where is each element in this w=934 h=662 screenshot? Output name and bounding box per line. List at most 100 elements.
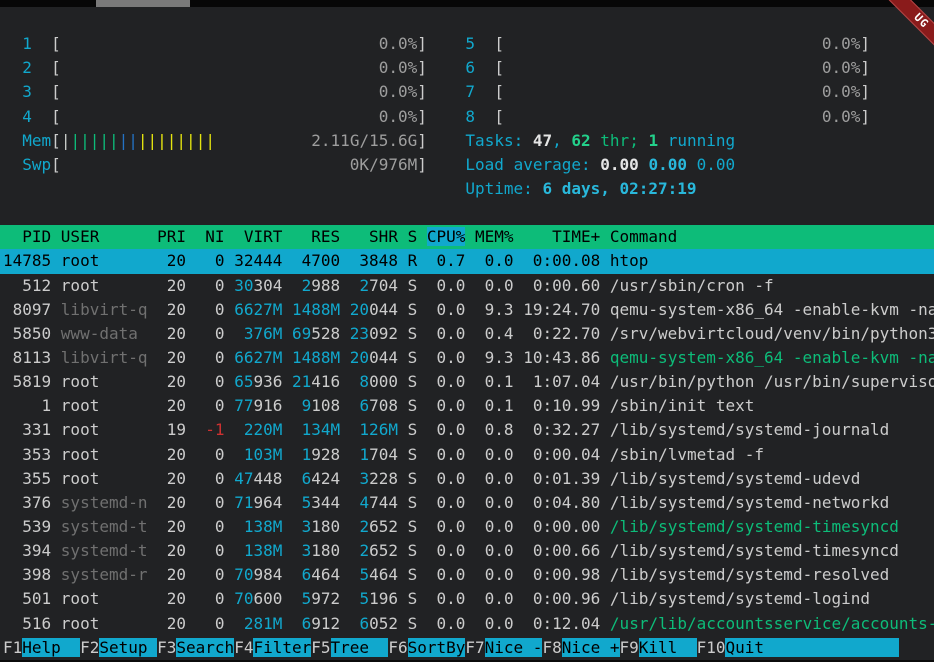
text-segment: 928 [311, 445, 359, 464]
process-row-14785-selected[interactable]: 14785 root 20 0 32444 4700 3848 R 0.7 0.… [0, 249, 934, 273]
process-row-353[interactable]: 353 root 20 0 103M 1928 1704 S 0.0 0.0 0… [0, 443, 934, 467]
text-segment: [ [51, 58, 61, 77]
text-segment [215, 131, 311, 150]
text-segment: 416 [311, 372, 359, 391]
process-row-1[interactable]: 1 root 20 0 77916 9108 6708 S 0.0 0.1 0:… [0, 394, 934, 418]
text-segment: 20 0 [148, 348, 235, 367]
text-segment: 20 0 [148, 300, 235, 319]
process-row-355[interactable]: 355 root 20 0 47448 6424 3228 S 0.0 0.0 … [0, 467, 934, 491]
top-spacer-line [0, 8, 934, 32]
text-segment: 355 root 20 0 [3, 469, 234, 488]
function-key-bar[interactable]: F1Help F2Setup F3SearchF4FilterF5Tree F6… [0, 636, 934, 660]
text-segment: 2 [22, 58, 32, 77]
text-segment [61, 155, 350, 174]
cpu2-cpu6-meters: 2 [ 0.0%] 6 [ 0.0%] [0, 56, 934, 80]
text-segment [3, 179, 465, 198]
process-row-516[interactable]: 516 root 20 0 281M 6912 6052 S 0.0 0.0 0… [0, 612, 934, 636]
fkey-help-button[interactable]: Help [22, 638, 80, 657]
text-segment: 000 S 0.0 0.1 1:07.04 /usr/bin/python /u… [369, 372, 934, 391]
text-segment: systemd-n [61, 493, 148, 512]
text-segment: 9 [302, 396, 312, 415]
fkey-tree-button[interactable]: Tree [331, 638, 389, 657]
text-segment [32, 58, 51, 77]
text-segment [292, 445, 302, 464]
text-segment [32, 107, 51, 126]
process-row-5850[interactable]: 5850 www-data 20 0 376M 69528 23092 S 0.… [0, 322, 934, 346]
text-segment [32, 82, 51, 101]
text-segment [3, 131, 22, 150]
text-segment [61, 34, 379, 53]
process-row-398[interactable]: 398 systemd-r 20 0 70984 6464 5464 S 0.0… [0, 563, 934, 587]
text-segment: 1 [648, 131, 658, 150]
text-segment: 138M [244, 541, 292, 560]
text-segment: 936 [253, 372, 292, 391]
text-segment: | [61, 131, 71, 150]
text-segment: 2 [302, 276, 312, 295]
swp-meter-loadavg: Swp[ 0K/976M] Load average: 0.00 0.00 0.… [0, 153, 934, 177]
fkey-quit-button[interactable]: Quit [725, 638, 898, 657]
process-row-376[interactable]: 376 systemd-n 20 0 71964 5344 4744 S 0.0… [0, 491, 934, 515]
fkey-nice-minus-button[interactable]: Nice - [485, 638, 543, 657]
fkey-sortby-button[interactable]: SortBy [408, 638, 466, 657]
process-row-394[interactable]: 394 systemd-t 20 0 138M 3180 2652 S 0.0 … [0, 539, 934, 563]
text-segment: 62 [571, 131, 590, 150]
fkey-nice-plus-button[interactable]: Nice + [562, 638, 620, 657]
uptime-line: Uptime: 6 days, 02:27:19 [0, 177, 934, 201]
text-segment [61, 82, 379, 101]
text-segment: Swp [22, 155, 51, 174]
text-segment: 539 [3, 517, 61, 536]
cpu1-cpu5-meters: 1 [ 0.0%] 5 [ 0.0%] [0, 32, 934, 56]
text-segment: 353 root 20 0 [3, 445, 244, 464]
table-header[interactable]: PID USER PRI NI VIRT RES SHR S CPU% MEM%… [0, 225, 934, 249]
text-segment: 916 [253, 396, 301, 415]
text-segment [427, 82, 466, 101]
text-segment: 972 [311, 589, 359, 608]
text-segment: -1 [205, 420, 224, 439]
text-segment: 708 S 0.0 0.1 0:10.99 /sbin/init text [369, 396, 754, 415]
text-segment: 0.0% [822, 107, 861, 126]
text-segment: 2 [359, 541, 369, 560]
text-segment: ] [417, 155, 427, 174]
text-segment: Uptime: [465, 179, 542, 198]
text-segment: , [552, 131, 571, 150]
text-segment [292, 517, 302, 536]
text-segment: 600 [253, 589, 301, 608]
text-segment: 20 0 [148, 493, 235, 512]
text-segment [427, 34, 466, 53]
fkey-search-button[interactable]: Search [176, 638, 234, 657]
sort-column-cpu[interactable]: CPU% [427, 227, 466, 246]
text-segment: 70 [234, 565, 253, 584]
text-segment: 0.0% [379, 107, 418, 126]
text-segment: 652 S 0.0 0.0 0:00.66 /lib/systemd/syste… [369, 541, 899, 560]
text-segment: 398 [3, 565, 61, 584]
text-segment: 394 [3, 541, 61, 560]
process-row-539[interactable]: 539 systemd-t 20 0 138M 3180 2652 S 0.0 … [0, 515, 934, 539]
text-segment: /lib/systemd/systemd-timesyncd [610, 517, 899, 536]
text-segment: qemu-system-x86_64 -enable-kvm -na [610, 348, 934, 367]
text-segment: 0.0% [822, 34, 861, 53]
text-segment: [ [494, 82, 504, 101]
text-segment: [ [494, 58, 504, 77]
fkey-filter-button[interactable]: Filter [253, 638, 311, 657]
process-row-331[interactable]: 331 root 19 -1 220M 134M 126M S 0.0 0.8 … [0, 418, 934, 442]
text-segment [427, 155, 466, 174]
text-segment: 5 [359, 565, 369, 584]
fkey-setup-button[interactable]: Setup [99, 638, 157, 657]
text-segment [32, 34, 51, 53]
text-segment: ] [860, 34, 870, 53]
fkey-kill-button[interactable]: Kill [639, 638, 697, 657]
text-segment: 0.00 [600, 155, 648, 174]
text-segment: 376M 69 [244, 324, 311, 343]
process-row-8113[interactable]: 8113 libvirt-q 20 0 6627M 1488M 20044 S … [0, 346, 934, 370]
window-tab-handle[interactable] [96, 0, 190, 7]
process-row-8097[interactable]: 8097 libvirt-q 20 0 6627M 1488M 20044 S … [0, 298, 934, 322]
text-segment: F8 [542, 638, 561, 657]
process-row-5819[interactable]: 5819 root 20 0 65936 21416 8000 S 0.0 0.… [0, 370, 934, 394]
text-segment: 21 [292, 372, 311, 391]
text-segment [61, 58, 379, 77]
process-row-512[interactable]: 512 root 20 0 30304 2988 2704 S 0.0 0.0 … [0, 274, 934, 298]
text-segment: thr; [591, 131, 649, 150]
process-row-501[interactable]: 501 root 20 0 70600 5972 5196 S 0.0 0.0 … [0, 587, 934, 611]
text-segment: 281M [244, 614, 292, 633]
text-segment: 044 S 0.0 9.3 10:43.86 [369, 348, 610, 367]
